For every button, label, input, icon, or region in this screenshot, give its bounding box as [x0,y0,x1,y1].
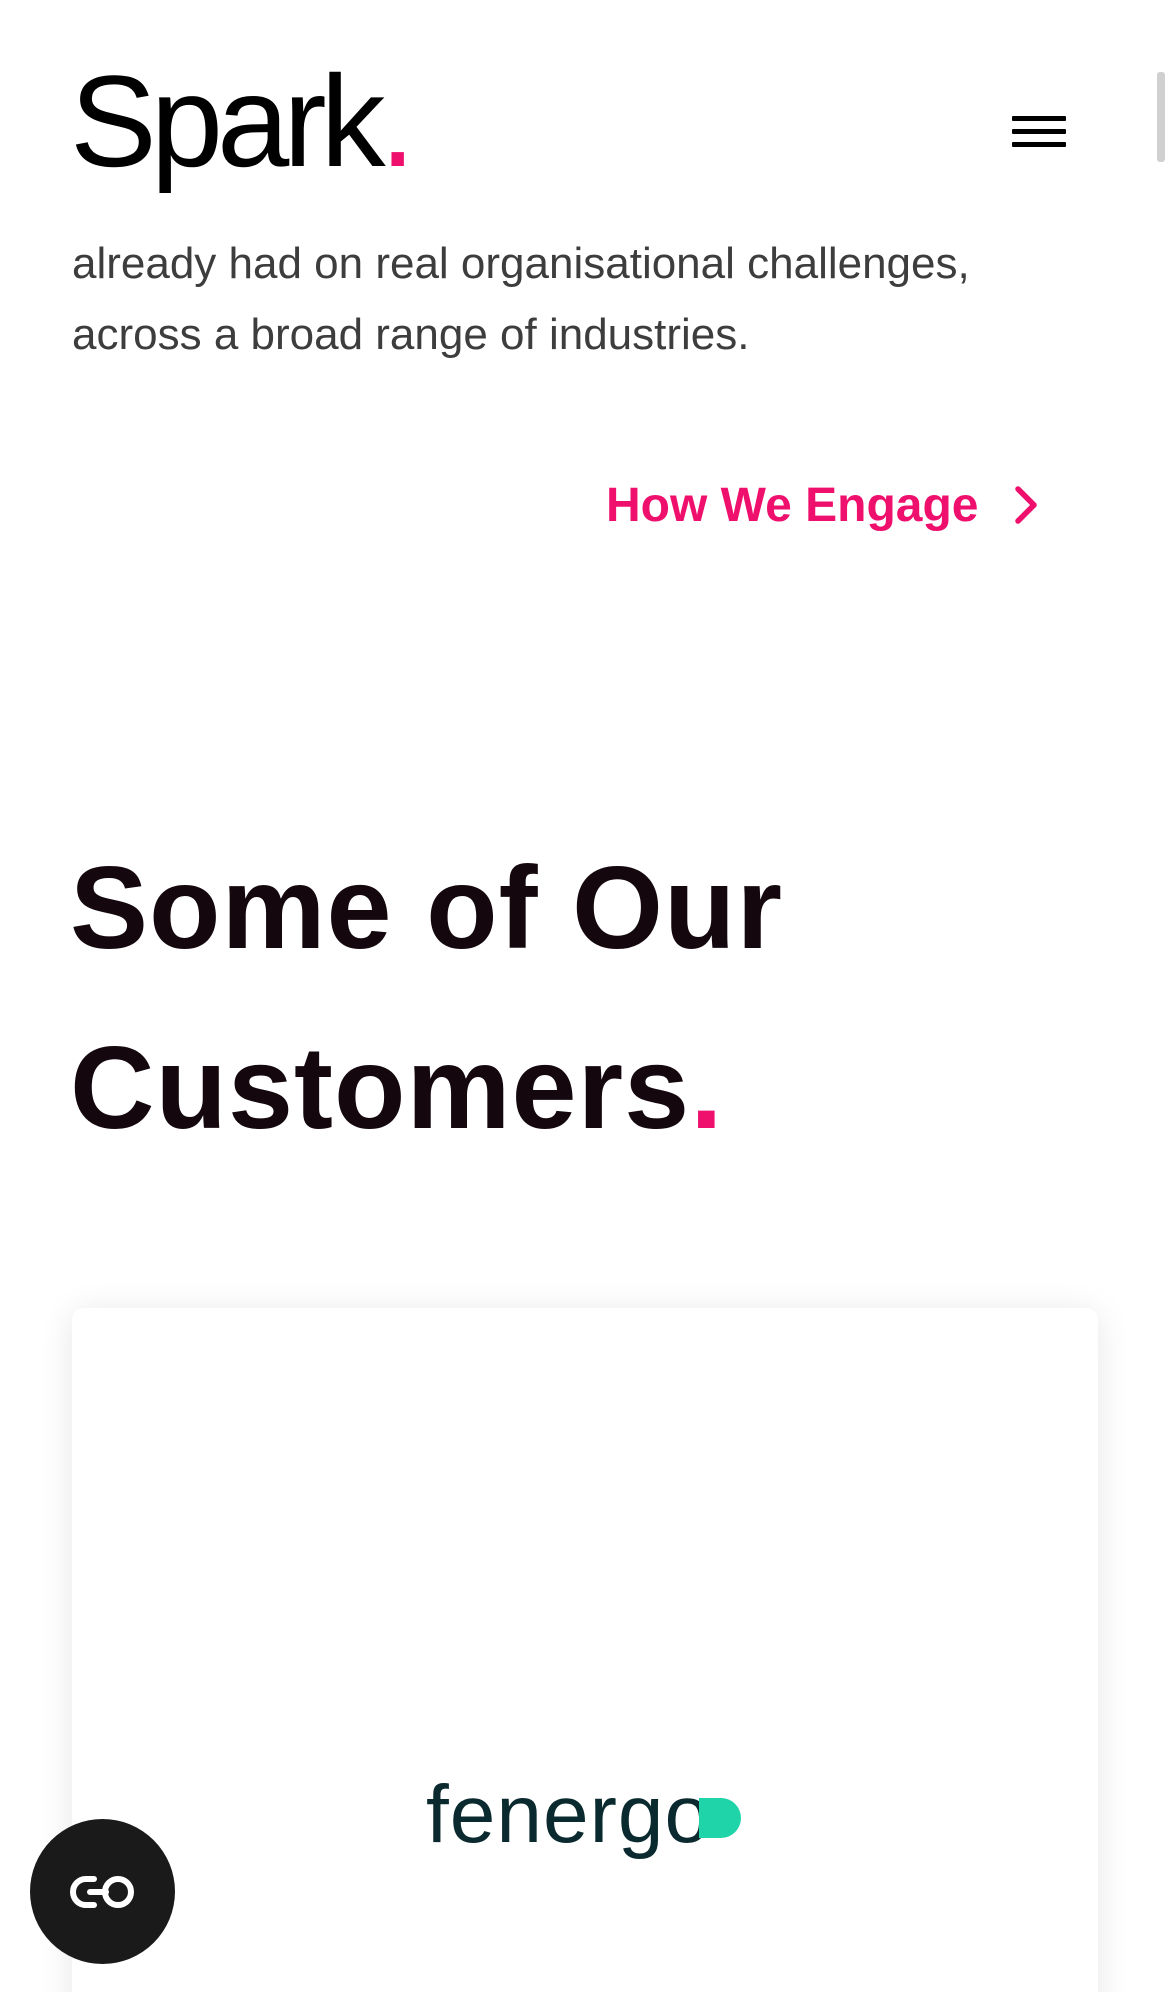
intro-paragraph: already had on real organisational chall… [72,228,1072,370]
fenergo-logo-text: fenergo [426,1769,712,1860]
fenergo-logo: fenergo [426,1760,742,1870]
scrollbar[interactable] [1157,72,1165,162]
site-header: Spark. [0,0,1170,244]
chevron-right-icon [1014,486,1037,524]
accessibility-toggle-button[interactable] [30,1819,175,1964]
logo-text: Spark [70,48,386,194]
logo-dot: . [379,48,416,194]
fenergo-logo-pill [699,1798,742,1838]
toggle-icon [69,1875,134,1908]
how-we-engage-label: How We Engage [606,478,979,532]
heading-line-2-text: Customers [70,1022,691,1153]
heading-line-2: Customers. [70,998,783,1178]
page: already had on real organisational chall… [0,0,1170,1992]
spark-logo[interactable]: Spark. [70,46,416,196]
how-we-engage-link[interactable]: How We Engage [606,470,1039,540]
hamburger-menu-icon[interactable] [1006,108,1070,158]
heading-dot: . [690,1022,724,1153]
customers-heading: Some of Our Customers. [70,818,783,1178]
customer-card[interactable]: fenergo [72,1308,1098,1992]
intro-line-2: across a broad range of industries. [72,310,750,359]
heading-line-1: Some of Our [70,842,784,973]
